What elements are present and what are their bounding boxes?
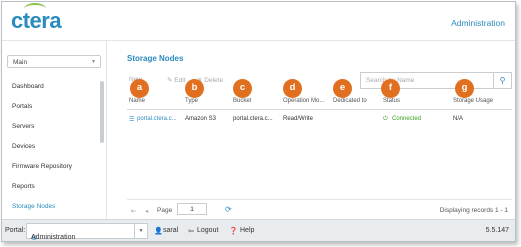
page-title: Storage Nodes	[127, 54, 184, 63]
search-icon: ⚲	[499, 76, 506, 85]
storage-icon: ☰	[129, 117, 135, 123]
annotation-badge-b: b	[185, 79, 204, 98]
delete-label: Delete	[204, 77, 224, 84]
column-header-dedicated-to[interactable]: Dedicated to	[333, 98, 367, 104]
cell-operation-mode: Read/Write	[283, 116, 313, 122]
help-link[interactable]: Help	[240, 227, 254, 234]
annotation-badge-e: e	[333, 79, 352, 98]
chevron-down-icon: ▼	[134, 224, 147, 238]
prev-page-icon[interactable]: ◂	[145, 207, 148, 215]
grid-header: Name Type Bucket Operation Mo... Dedicat…	[127, 96, 512, 110]
ctera-logo: ctera	[11, 3, 62, 34]
column-header-type[interactable]: Type	[185, 98, 198, 104]
sidebar-item-storage-nodes[interactable]: Storage Nodes	[12, 203, 55, 210]
column-header-storage-usage[interactable]: Storage Usage	[453, 98, 493, 104]
sidebar-item-firmware-repository[interactable]: Firmware Repository	[12, 163, 72, 170]
main-content: Storage Nodes New ✎ Edit ✕ Delete Search…	[107, 41, 515, 219]
pagination-bar: ⇤ ◂ Page 1 ⟳ Displaying records 1 - 1	[127, 199, 512, 216]
displaying-records: Displaying records 1 - 1	[439, 207, 508, 214]
app-header: ctera Administration	[2, 2, 515, 41]
user-name[interactable]: saral	[163, 227, 178, 234]
cell-type: Amazon S3	[185, 116, 217, 122]
cell-bucket: portal.ctera.c...	[233, 116, 273, 122]
annotation-badge-f: f	[381, 79, 400, 98]
header-title: Administration	[451, 18, 505, 28]
annotation-badge-d: d	[283, 79, 302, 98]
help-icon: ❓	[229, 228, 238, 235]
annotation-badge-c: c	[233, 79, 252, 98]
column-header-status[interactable]: Status	[383, 98, 400, 104]
sidebar-section-select[interactable]: Main ▼	[7, 55, 101, 68]
sidebar: Main ▼ Dashboard Portals Servers Devices…	[2, 41, 107, 219]
cell-status: Connected	[392, 116, 422, 122]
logo-arc	[24, 3, 46, 15]
power-icon: ⏻	[383, 116, 388, 122]
edit-button[interactable]: ✎ Edit	[167, 76, 185, 84]
search-button[interactable]: ⚲	[493, 73, 511, 88]
refresh-icon[interactable]: ⟳	[225, 205, 232, 214]
sidebar-select-value: Main	[13, 59, 28, 66]
sidebar-item-portals[interactable]: Portals	[12, 103, 32, 110]
chevron-down-icon: ▼	[91, 59, 96, 65]
version-label: 5.5.147	[485, 227, 509, 234]
portal-value-text: Administration	[31, 234, 76, 241]
column-header-operation-mode[interactable]: Operation Mo...	[283, 98, 324, 104]
user-icon: 👤	[154, 228, 163, 235]
sidebar-scrollbar[interactable]	[100, 81, 104, 143]
page-label: Page	[157, 207, 173, 214]
cell-storage-usage: N/A	[453, 116, 464, 122]
cell-name[interactable]: portal.ctera.c...	[137, 116, 177, 122]
annotation-badge-g: g	[455, 79, 474, 98]
annotation-badge-a: a	[130, 79, 149, 98]
first-page-icon[interactable]: ⇤	[131, 207, 136, 215]
portal-select[interactable]: ⚙ Administration ▼	[26, 223, 148, 241]
sidebar-item-devices[interactable]: Devices	[12, 143, 35, 150]
edit-label: Edit	[174, 77, 186, 84]
column-header-name[interactable]: Name	[129, 98, 145, 104]
column-header-bucket[interactable]: Bucket	[233, 98, 251, 104]
table-row[interactable]: ☰ portal.ctera.c... Amazon S3 portal.cte…	[127, 113, 512, 127]
portal-label: Portal:	[5, 227, 26, 234]
pencil-icon: ✎	[167, 77, 173, 84]
sidebar-item-servers[interactable]: Servers	[12, 123, 34, 130]
logout-link[interactable]: Logout	[197, 227, 218, 234]
sidebar-item-reports[interactable]: Reports	[12, 183, 35, 190]
logout-icon: ⇦	[188, 228, 194, 235]
app-window: ctera Administration Main ▼ Dashboard Po…	[1, 1, 516, 242]
footer-bar: Portal: ⚙ Administration ▼ 👤 saral ⇦ Log…	[2, 219, 515, 241]
page-number-input[interactable]: 1	[177, 203, 207, 215]
sidebar-item-dashboard[interactable]: Dashboard	[12, 83, 44, 90]
